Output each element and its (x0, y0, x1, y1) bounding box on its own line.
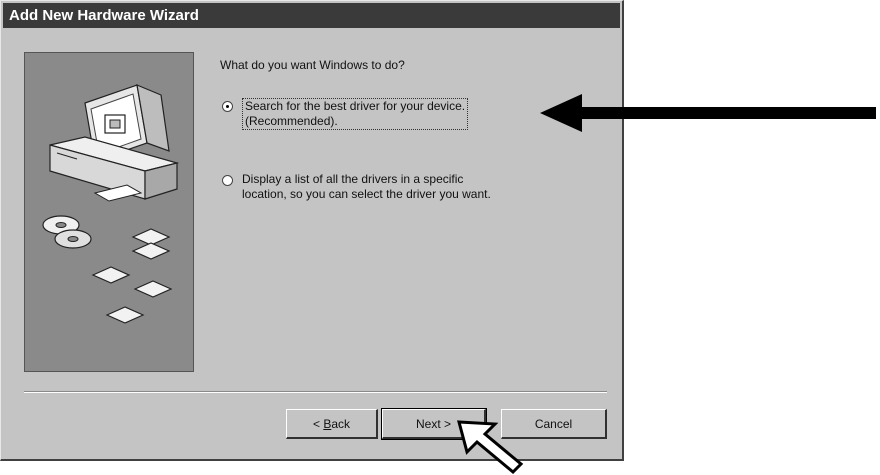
back-button-mnemonic: B (323, 416, 332, 431)
cd-discs-icon (42, 215, 92, 249)
radio-display-driver-list[interactable] (222, 175, 233, 186)
mouse-cursor-icon (457, 420, 524, 474)
button-separator (24, 391, 607, 393)
wizard-illustration (24, 52, 194, 372)
left-arrow-icon (540, 94, 876, 132)
radio-search-best-driver[interactable] (222, 101, 233, 112)
option-search-label[interactable]: Search for the best driver for your devi… (242, 98, 469, 130)
driver-diskette-icon (91, 228, 173, 324)
option-search-best-driver[interactable]: Search for the best driver for your devi… (222, 98, 469, 130)
back-button-prefix: < (312, 416, 324, 431)
back-button-rest: ack (331, 416, 351, 431)
option-display-label[interactable]: Display a list of all the drivers in a s… (242, 172, 491, 202)
computer-icon (49, 84, 180, 202)
window-title: Add New Hardware Wizard (3, 3, 620, 28)
wizard-question: What do you want Windows to do? (220, 58, 405, 72)
back-button[interactable]: < Back (286, 409, 378, 439)
wizard-dialog: Add New Hardware Wizard What do you want… (0, 0, 624, 461)
option-display-driver-list[interactable]: Display a list of all the drivers in a s… (222, 172, 491, 202)
